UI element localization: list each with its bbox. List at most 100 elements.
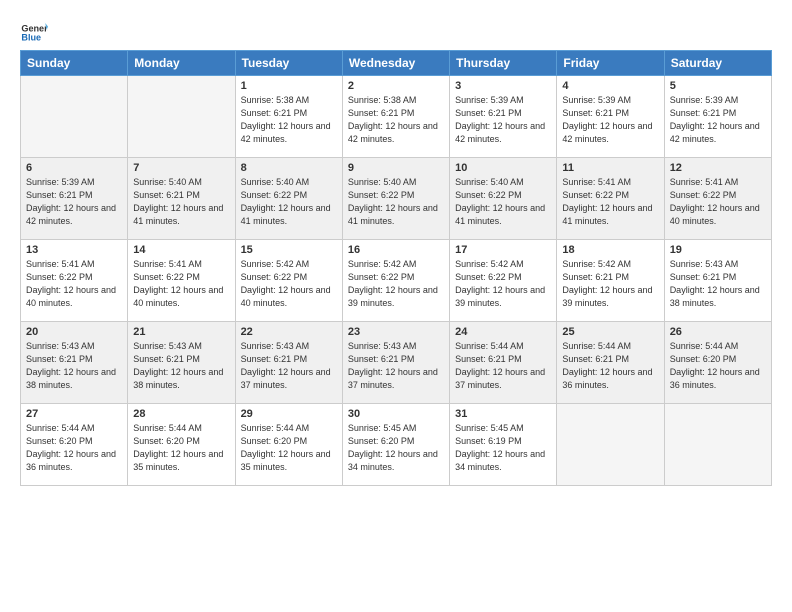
day-info: Sunrise: 5:44 AMSunset: 6:20 PMDaylight:…: [26, 422, 122, 474]
day-number: 16: [348, 244, 444, 256]
calendar-cell: 15Sunrise: 5:42 AMSunset: 6:22 PMDayligh…: [235, 240, 342, 322]
weekday-header-saturday: Saturday: [664, 51, 771, 76]
day-info: Sunrise: 5:43 AMSunset: 6:21 PMDaylight:…: [348, 340, 444, 392]
calendar-cell: 3Sunrise: 5:39 AMSunset: 6:21 PMDaylight…: [450, 76, 557, 158]
calendar-cell: 25 Sunrise: 5:44 AMSunset: 6:21 PMDayligh…: [557, 322, 664, 404]
day-info: Sunrise: 5:44 AMSunset: 6:21 PMDaylight:…: [562, 340, 658, 392]
day-number: 11: [562, 162, 658, 174]
day-info: Sunrise: 5:39 AMSunset: 6:21 PMDaylight:…: [26, 176, 122, 228]
day-info: Sunrise: 5:40 AMSunset: 6:22 PMDaylight:…: [241, 176, 337, 228]
calendar-cell: 24Sunrise: 5:44 AMSunset: 6:21 PMDayligh…: [450, 322, 557, 404]
calendar-cell: 17 Sunrise: 5:42 AMSunset: 6:22 PMDayligh…: [450, 240, 557, 322]
calendar-cell: 29 Sunrise: 5:44 AMSunset: 6:20 PMDayligh…: [235, 404, 342, 486]
day-number: 2: [348, 80, 444, 92]
weekday-header-tuesday: Tuesday: [235, 51, 342, 76]
day-info: Sunrise: 5:41 AMSunset: 6:22 PMDaylight:…: [670, 176, 766, 228]
day-info: Sunrise: 5:40 AMSunset: 6:21 PMDaylight:…: [133, 176, 229, 228]
calendar-cell: 18 Sunrise: 5:42 AMSunset: 6:21 PMDayligh…: [557, 240, 664, 322]
day-info: Sunrise: 5:42 AMSunset: 6:22 PMDaylight:…: [455, 258, 551, 310]
calendar-cell: [664, 404, 771, 486]
calendar-cell: 11 Sunrise: 5:41 AMSunset: 6:22 PMDayligh…: [557, 158, 664, 240]
day-info: Sunrise: 5:38 AMSunset: 6:21 PMDaylight:…: [241, 94, 337, 146]
day-number: 12: [670, 162, 766, 174]
day-info: Sunrise: 5:41 AMSunset: 6:22 PMDaylight:…: [562, 176, 658, 228]
day-info: Sunrise: 5:42 AMSunset: 6:21 PMDaylight:…: [562, 258, 658, 310]
day-number: 14: [133, 244, 229, 256]
day-number: 20: [26, 326, 122, 338]
svg-text:Blue: Blue: [21, 33, 41, 43]
day-number: 5: [670, 80, 766, 92]
weekday-header-row: SundayMondayTuesdayWednesdayThursdayFrid…: [21, 51, 772, 76]
header: General Blue: [20, 16, 772, 44]
day-info: Sunrise: 5:43 AMSunset: 6:21 PMDaylight:…: [670, 258, 766, 310]
day-number: 1: [241, 80, 337, 92]
week-row-1: 1 Sunrise: 5:38 AMSunset: 6:21 PMDaylight…: [21, 76, 772, 158]
calendar-cell: 5Sunrise: 5:39 AMSunset: 6:21 PMDaylight…: [664, 76, 771, 158]
day-number: 9: [348, 162, 444, 174]
day-info: Sunrise: 5:41 AMSunset: 6:22 PMDaylight:…: [26, 258, 122, 310]
calendar-cell: 14Sunrise: 5:41 AMSunset: 6:22 PMDayligh…: [128, 240, 235, 322]
day-number: 7: [133, 162, 229, 174]
calendar-cell: 4 Sunrise: 5:39 AMSunset: 6:21 PMDaylight…: [557, 76, 664, 158]
calendar-cell: 23 Sunrise: 5:43 AMSunset: 6:21 PMDayligh…: [342, 322, 449, 404]
weekday-header-sunday: Sunday: [21, 51, 128, 76]
weekday-header-wednesday: Wednesday: [342, 51, 449, 76]
calendar-cell: 16 Sunrise: 5:42 AMSunset: 6:22 PMDayligh…: [342, 240, 449, 322]
calendar-cell: 13 Sunrise: 5:41 AMSunset: 6:22 PMDayligh…: [21, 240, 128, 322]
day-info: Sunrise: 5:44 AMSunset: 6:20 PMDaylight:…: [241, 422, 337, 474]
calendar-cell: 6 Sunrise: 5:39 AMSunset: 6:21 PMDaylight…: [21, 158, 128, 240]
day-number: 18: [562, 244, 658, 256]
day-number: 19: [670, 244, 766, 256]
day-number: 29: [241, 408, 337, 420]
calendar-cell: 20 Sunrise: 5:43 AMSunset: 6:21 PMDayligh…: [21, 322, 128, 404]
calendar-cell: 28 Sunrise: 5:44 AMSunset: 6:20 PMDayligh…: [128, 404, 235, 486]
day-number: 22: [241, 326, 337, 338]
day-number: 15: [241, 244, 337, 256]
week-row-5: 27 Sunrise: 5:44 AMSunset: 6:20 PMDayligh…: [21, 404, 772, 486]
logo: General Blue: [20, 16, 48, 44]
day-info: Sunrise: 5:45 AMSunset: 6:19 PMDaylight:…: [455, 422, 551, 474]
day-number: 23: [348, 326, 444, 338]
day-number: 28: [133, 408, 229, 420]
day-number: 26: [670, 326, 766, 338]
day-number: 30: [348, 408, 444, 420]
calendar-cell: 21Sunrise: 5:43 AMSunset: 6:21 PMDayligh…: [128, 322, 235, 404]
calendar-cell: 8 Sunrise: 5:40 AMSunset: 6:22 PMDaylight…: [235, 158, 342, 240]
day-info: Sunrise: 5:43 AMSunset: 6:21 PMDaylight:…: [133, 340, 229, 392]
day-number: 31: [455, 408, 551, 420]
day-info: Sunrise: 5:38 AMSunset: 6:21 PMDaylight:…: [348, 94, 444, 146]
logo-icon: General Blue: [20, 16, 48, 44]
weekday-header-monday: Monday: [128, 51, 235, 76]
calendar-cell: 12 Sunrise: 5:41 AMSunset: 6:22 PMDayligh…: [664, 158, 771, 240]
calendar-cell: 10 Sunrise: 5:40 AMSunset: 6:22 PMDayligh…: [450, 158, 557, 240]
calendar-cell: 31 Sunrise: 5:45 AMSunset: 6:19 PMDayligh…: [450, 404, 557, 486]
day-number: 8: [241, 162, 337, 174]
day-number: 13: [26, 244, 122, 256]
calendar-cell: [128, 76, 235, 158]
day-number: 17: [455, 244, 551, 256]
calendar-cell: 7 Sunrise: 5:40 AMSunset: 6:21 PMDaylight…: [128, 158, 235, 240]
page: General Blue SundayMondayTuesdayWednesda…: [0, 0, 792, 612]
day-info: Sunrise: 5:43 AMSunset: 6:21 PMDaylight:…: [26, 340, 122, 392]
day-number: 24: [455, 326, 551, 338]
weekday-header-friday: Friday: [557, 51, 664, 76]
calendar-table: SundayMondayTuesdayWednesdayThursdayFrid…: [20, 50, 772, 486]
day-number: 6: [26, 162, 122, 174]
calendar-cell: [557, 404, 664, 486]
day-info: Sunrise: 5:39 AMSunset: 6:21 PMDaylight:…: [455, 94, 551, 146]
calendar-cell: 9 Sunrise: 5:40 AMSunset: 6:22 PMDaylight…: [342, 158, 449, 240]
day-number: 25: [562, 326, 658, 338]
calendar-cell: 2 Sunrise: 5:38 AMSunset: 6:21 PMDaylight…: [342, 76, 449, 158]
day-info: Sunrise: 5:42 AMSunset: 6:22 PMDaylight:…: [348, 258, 444, 310]
day-number: 4: [562, 80, 658, 92]
day-info: Sunrise: 5:40 AMSunset: 6:22 PMDaylight:…: [455, 176, 551, 228]
day-info: Sunrise: 5:40 AMSunset: 6:22 PMDaylight:…: [348, 176, 444, 228]
day-number: 10: [455, 162, 551, 174]
calendar-cell: 26Sunrise: 5:44 AMSunset: 6:20 PMDayligh…: [664, 322, 771, 404]
day-info: Sunrise: 5:39 AMSunset: 6:21 PMDaylight:…: [562, 94, 658, 146]
calendar-cell: [21, 76, 128, 158]
calendar-cell: 30Sunrise: 5:45 AMSunset: 6:20 PMDayligh…: [342, 404, 449, 486]
weekday-header-thursday: Thursday: [450, 51, 557, 76]
day-number: 27: [26, 408, 122, 420]
day-info: Sunrise: 5:44 AMSunset: 6:20 PMDaylight:…: [133, 422, 229, 474]
